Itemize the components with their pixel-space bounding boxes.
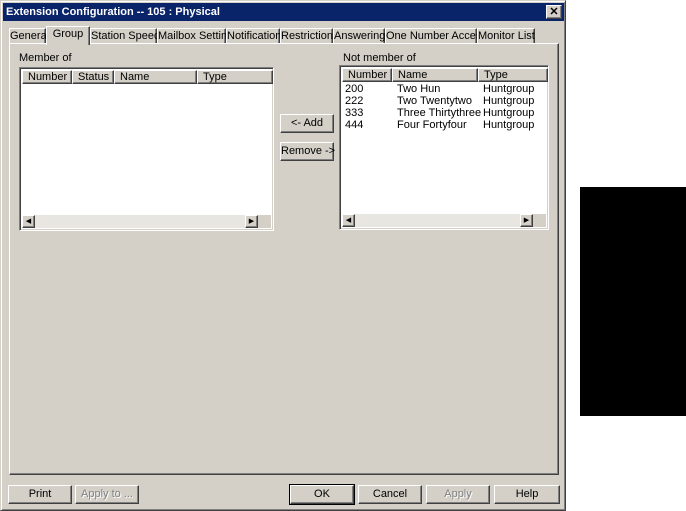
remove-button[interactable]: Remove -> (280, 142, 335, 161)
not-member-of-label: Not member of (343, 52, 416, 64)
not-member-of-list[interactable]: Number Name Type 200 Two Hun Huntgroup 2… (339, 65, 549, 230)
scroll-left-icon[interactable]: ◀ (22, 215, 35, 228)
member-of-list[interactable]: Number Status Name Type ◀ ▶ (19, 67, 274, 231)
window-title: Extension Configuration -- 105 : Physica… (6, 6, 220, 18)
title-bar[interactable]: Extension Configuration -- 105 : Physica… (3, 3, 564, 21)
tab-station-speed[interactable]: Station Speed (90, 28, 160, 44)
help-button[interactable]: Help (494, 485, 560, 504)
item-name: Four Fortyfour (397, 119, 467, 131)
size-grip (533, 214, 546, 227)
ok-button[interactable]: OK (289, 484, 355, 505)
item-type: Huntgroup (483, 95, 535, 107)
apply-button[interactable]: Apply (426, 485, 490, 504)
item-number: 333 (345, 107, 364, 119)
scroll-right-icon[interactable]: ▶ (245, 215, 258, 228)
member-of-hscrollbar[interactable]: ◀ ▶ (22, 215, 271, 228)
member-of-label: Member of (19, 52, 72, 64)
item-number: 222 (345, 95, 364, 107)
item-type: Huntgroup (483, 107, 535, 119)
item-type: Huntgroup (483, 83, 535, 95)
item-type: Huntgroup (483, 119, 535, 131)
col-number[interactable]: Number (342, 68, 392, 82)
col-type[interactable]: Type (478, 68, 548, 82)
item-number: 444 (345, 119, 364, 131)
apply-to-button[interactable]: Apply to ... (75, 485, 139, 504)
tab-notification[interactable]: Notification (226, 28, 281, 44)
tab-mailbox-setting[interactable]: Mailbox Setting (157, 28, 233, 44)
extension-config-dialog: Extension Configuration -- 105 : Physica… (0, 0, 566, 511)
tab-restriction[interactable]: Restriction (280, 28, 333, 44)
tab-group[interactable]: Group (46, 26, 90, 45)
black-panel (580, 187, 686, 416)
item-name: Two Hun (397, 83, 441, 95)
tab-one-number-access[interactable]: One Number Access (385, 28, 487, 44)
print-button[interactable]: Print (8, 485, 72, 504)
not-member-of-header: Number Name Type (342, 68, 548, 82)
col-name[interactable]: Name (114, 70, 197, 84)
col-type[interactable]: Type (197, 70, 273, 84)
tab-answering[interactable]: Answering (333, 28, 385, 44)
tab-general[interactable]: General (9, 28, 49, 44)
close-icon[interactable]: ✕ (546, 5, 562, 19)
scroll-left-icon[interactable]: ◀ (342, 214, 355, 227)
cancel-button[interactable]: Cancel (358, 485, 422, 504)
scroll-right-icon[interactable]: ▶ (520, 214, 533, 227)
not-member-of-hscrollbar[interactable]: ◀ ▶ (342, 214, 546, 227)
item-number: 200 (345, 83, 364, 95)
col-name[interactable]: Name (392, 68, 478, 82)
col-number[interactable]: Number (22, 70, 72, 84)
group-tab-panel: Member of Number Status Name Type ◀ ▶ <-… (9, 43, 559, 475)
col-status[interactable]: Status (72, 70, 114, 84)
item-name: Two Twentytwo (397, 95, 472, 107)
add-button[interactable]: <- Add (280, 114, 334, 133)
item-name: Three Thirtythree (397, 107, 482, 119)
size-grip (258, 215, 271, 228)
member-of-header: Number Status Name Type (22, 70, 273, 84)
tab-monitor-list[interactable]: Monitor List (477, 28, 535, 44)
